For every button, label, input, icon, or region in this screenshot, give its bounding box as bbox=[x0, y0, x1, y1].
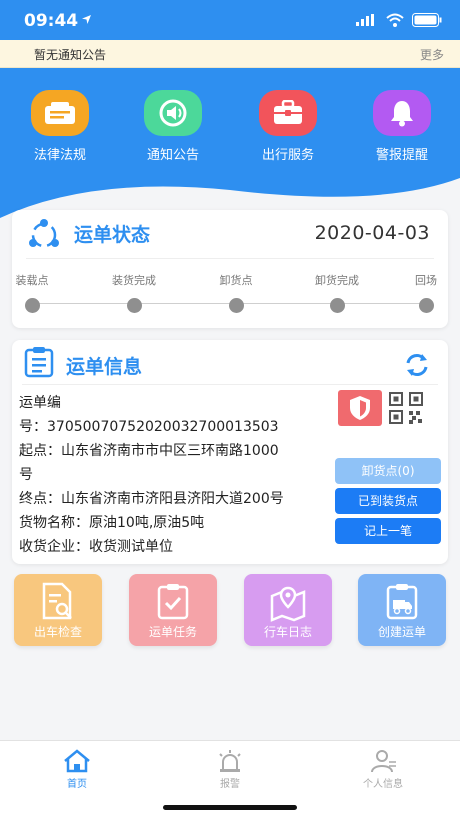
speaker-icon bbox=[144, 90, 202, 136]
step-dot bbox=[24, 298, 40, 313]
location-arrow-icon bbox=[82, 15, 91, 24]
quick-item-label: 出行服务 bbox=[261, 148, 314, 163]
step-label: 装载点 bbox=[15, 274, 49, 287]
shortcut-waybill-tasks[interactable]: 运单任务 bbox=[129, 574, 217, 646]
quick-item-laws[interactable]: 法律法规 bbox=[15, 90, 105, 163]
home-icon bbox=[64, 749, 90, 773]
waybill-info-card: 运单信息 运单编 号：37050070752020032700013503 起点… bbox=[12, 340, 448, 564]
waybill-line: 号 bbox=[19, 467, 33, 483]
refresh-icon[interactable] bbox=[403, 352, 431, 378]
clipboard-check-icon bbox=[157, 584, 189, 620]
arrived-loading-point-button[interactable]: 已到装货点 bbox=[335, 488, 441, 514]
home-indicator bbox=[163, 805, 297, 810]
step-label: 回场 bbox=[415, 274, 437, 287]
step-dot bbox=[418, 298, 434, 313]
quick-item-label: 通知公告 bbox=[146, 148, 199, 163]
progress-step: 装载点 bbox=[2, 272, 62, 313]
step-label: 卸货点 bbox=[219, 274, 253, 287]
bell-icon bbox=[373, 90, 431, 136]
waybill-line: 货物名称：原油10吨,原油5吨 bbox=[19, 515, 205, 531]
share-nodes-icon bbox=[29, 219, 59, 248]
step-dot bbox=[126, 298, 142, 313]
divider bbox=[22, 384, 438, 385]
qr-code-icon[interactable] bbox=[389, 392, 423, 424]
wifi-icon bbox=[386, 13, 404, 27]
shortcut-driving-log[interactable]: 行车日志 bbox=[244, 574, 332, 646]
tab-alarm[interactable]: 报警 bbox=[190, 749, 270, 790]
user-icon bbox=[371, 750, 396, 773]
waybill-line: 号：37050070752020032700013503 bbox=[19, 419, 279, 435]
quick-item-label: 警报提醒 bbox=[375, 148, 428, 163]
tab-label: 报警 bbox=[220, 779, 240, 790]
step-dot bbox=[329, 298, 345, 313]
tab-profile[interactable]: 个人信息 bbox=[343, 749, 423, 790]
quick-item-travel[interactable]: 出行服务 bbox=[243, 90, 333, 163]
record-note-button[interactable]: 记上一笔 bbox=[335, 518, 441, 544]
tab-home[interactable]: 首页 bbox=[37, 749, 117, 790]
progress-step: 卸货完成 bbox=[307, 272, 367, 313]
status-time: 09:44 bbox=[24, 11, 79, 31]
shortcut-vehicle-check[interactable]: 出车检查 bbox=[14, 574, 102, 646]
shortcut-label: 运单任务 bbox=[148, 625, 197, 639]
waybill-details: 运单编 号：37050070752020032700013503 起点：山东省济… bbox=[19, 391, 339, 559]
shortcut-label: 行车日志 bbox=[263, 625, 312, 639]
shortcut-create-waybill[interactable]: 创建运单 bbox=[358, 574, 446, 646]
waybill-line: 收货企业：收货测试单位 bbox=[19, 539, 173, 555]
waybill-status-card: 运单状态 2020-04-03 装载点 装货完成 卸货点 卸货完成 回场 bbox=[12, 210, 448, 328]
waybill-line: 运单编 bbox=[19, 395, 61, 411]
document-search-icon bbox=[42, 582, 72, 620]
briefcase-icon bbox=[259, 90, 317, 136]
waybill-info-title: 运单信息 bbox=[66, 356, 143, 378]
progress-step: 卸货点 bbox=[206, 272, 266, 313]
notice-bar: 暂无通知公告 更多 bbox=[0, 40, 460, 68]
alarm-light-icon bbox=[219, 750, 241, 772]
tab-label: 首页 bbox=[67, 779, 87, 790]
notice-more-link[interactable]: 更多 bbox=[420, 46, 444, 63]
map-pin-icon bbox=[270, 586, 306, 622]
signal-icon bbox=[356, 14, 374, 26]
laws-icon bbox=[31, 90, 89, 136]
progress-step: 回场 bbox=[396, 272, 456, 313]
unload-point-button[interactable]: 卸货点(0) bbox=[335, 458, 441, 484]
shortcut-label: 创建运单 bbox=[377, 625, 426, 639]
step-dot bbox=[228, 298, 244, 313]
notice-text: 暂无通知公告 bbox=[34, 48, 107, 62]
shortcut-label: 出车检查 bbox=[33, 625, 82, 639]
waybill-status-title: 运单状态 bbox=[74, 224, 151, 246]
status-bar: 09:44 bbox=[0, 0, 460, 40]
quick-item-alerts[interactable]: 警报提醒 bbox=[357, 90, 447, 163]
quick-item-notices[interactable]: 通知公告 bbox=[128, 90, 218, 163]
quick-item-label: 法律法规 bbox=[33, 148, 86, 163]
tab-label: 个人信息 bbox=[363, 779, 403, 790]
step-label: 装货完成 bbox=[112, 274, 156, 287]
step-label: 卸货完成 bbox=[315, 274, 359, 287]
progress-step: 装货完成 bbox=[104, 272, 164, 313]
waybill-line: 终点：山东省济南市济阳县济阳大道200号 bbox=[19, 491, 284, 507]
battery-icon bbox=[412, 13, 442, 27]
divider bbox=[26, 258, 434, 259]
waybill-status-date: 2020-04-03 bbox=[314, 222, 430, 244]
shield-icon[interactable] bbox=[338, 390, 382, 426]
waybill-line: 起点：山东省济南市市中区三环南路1000 bbox=[19, 443, 279, 459]
clipboard-list-icon bbox=[24, 347, 54, 378]
truck-clipboard-icon bbox=[386, 584, 418, 620]
